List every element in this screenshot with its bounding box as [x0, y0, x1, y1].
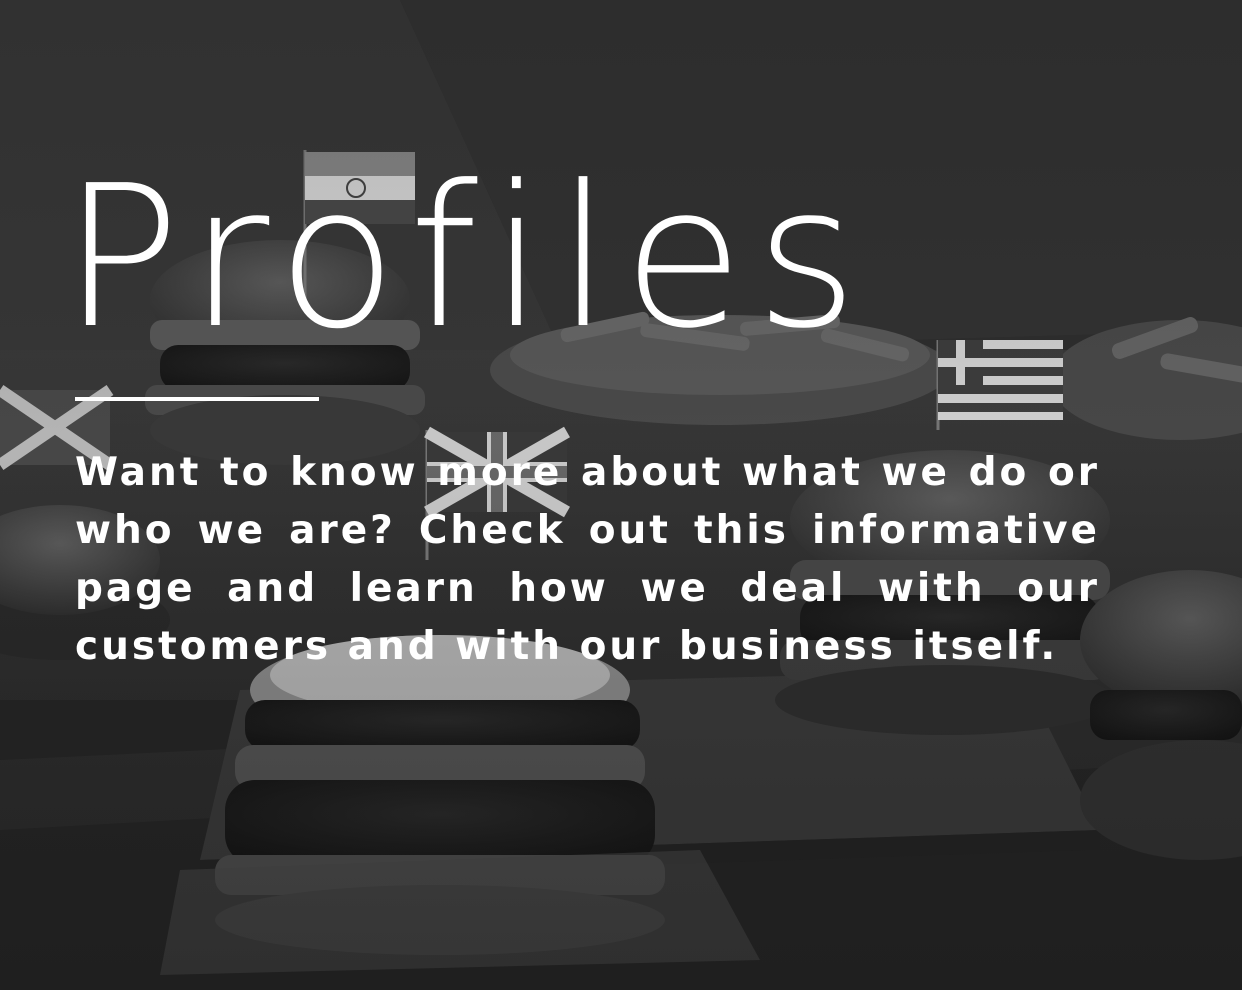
profiles-banner: Profiles Want to know more about what we… [0, 0, 1242, 990]
page-description: Want to know more about what we do or wh… [75, 450, 1100, 669]
page-title: Profiles [62, 144, 870, 372]
title-underline [75, 397, 319, 401]
